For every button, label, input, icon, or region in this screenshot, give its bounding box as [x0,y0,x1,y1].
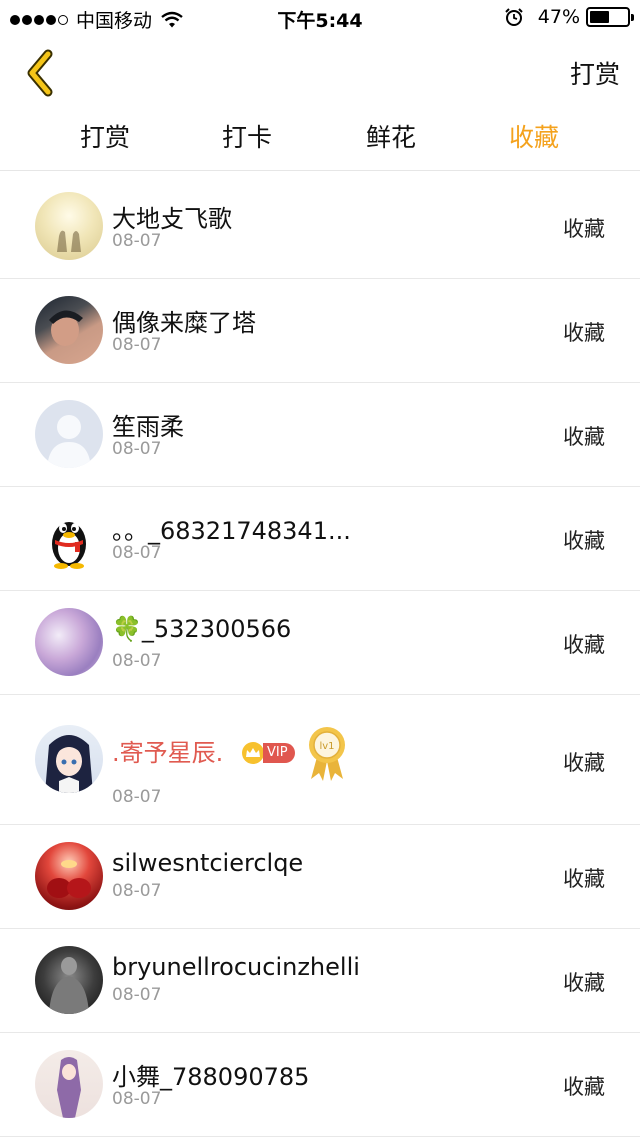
battery-icon [586,7,634,27]
date: 08-07 [112,439,162,459]
date: 08-07 [112,985,162,1005]
favorite-label: 收藏 [563,1075,605,1099]
avatar [35,192,103,260]
date: 08-07 [112,231,162,251]
battery-percent: 47% [537,6,580,28]
list-item[interactable]: silwesntcierclqe 08-07 收藏 [0,825,640,929]
avatar [35,296,103,364]
reward-button[interactable]: 打赏 [570,55,620,91]
favorite-label: 收藏 [563,633,605,657]
avatar [35,946,103,1014]
avatar [35,608,103,676]
date: 08-07 [112,543,162,563]
list-item[interactable]: .寄予星辰. VIP lv1 08-07 收藏 [0,695,640,825]
favorite-label: 收藏 [563,321,605,345]
user-name: silwesntcierclqe [112,849,304,877]
qq-penguin-icon [35,504,103,572]
vip-badge: VIP [240,742,295,764]
list-item[interactable]: 笙雨柔 08-07 收藏 [0,383,640,487]
tab-divider [0,170,640,171]
favorite-label: 收藏 [563,425,605,449]
user-badges: VIP lv1 [240,725,349,781]
level-label: lv1 [319,741,334,752]
status-bar: 中国移动 下午5:44 47% [0,0,640,36]
tab-favorites[interactable]: 收藏 [509,118,559,154]
user-name: bryunellrocucinzhelli [112,953,360,981]
list-item[interactable]: bryunellrocucinzhelli 08-07 收藏 [0,929,640,1033]
user-name: 。。_68321748341... [112,517,351,545]
user-name: .寄予星辰. [112,739,224,767]
list-item[interactable]: 。。_68321748341... 08-07 收藏 [0,487,640,591]
date: 08-07 [112,651,162,671]
favorites-list: 大地攴飞歌 08-07 收藏 偶像来糜了塔 08-07 收藏 笙雨柔 08-07… [0,175,640,1137]
back-button[interactable] [22,48,62,98]
alarm-icon [505,8,523,26]
favorite-label: 收藏 [563,867,605,891]
favorite-label: 收藏 [563,971,605,995]
date: 08-07 [112,1089,162,1109]
avatar [35,842,103,910]
level-medal-icon: lv1 [308,727,345,781]
vip-label: VIP [263,743,295,763]
list-item[interactable]: 大地攴飞歌 08-07 收藏 [0,175,640,279]
list-item[interactable]: 小舞_788090785 08-07 收藏 [0,1033,640,1137]
user-name: 偶像来糜了塔 [112,309,256,337]
date: 08-07 [112,335,162,355]
status-right: 47% [504,6,634,28]
tab-reward[interactable]: 打赏 [80,118,130,154]
avatar [35,725,103,793]
favorite-label: 收藏 [563,529,605,553]
avatar [35,1050,103,1118]
user-name: 🍀_532300566 [112,615,292,643]
user-name: 小舞_788090785 [112,1063,310,1091]
user-name: 大地攴飞歌 [112,205,232,233]
tab-flowers[interactable]: 鲜花 [366,118,416,154]
list-item[interactable]: 🍀_532300566 08-07 收藏 [0,591,640,695]
date: 08-07 [112,787,162,807]
list-item[interactable]: 偶像来糜了塔 08-07 收藏 [0,279,640,383]
favorite-label: 收藏 [563,217,605,241]
default-avatar-icon [35,400,103,468]
chevron-left-icon [27,49,53,97]
tab-bar: 打赏 打卡 鲜花 收藏 [0,118,640,170]
tab-checkin[interactable]: 打卡 [222,118,272,154]
user-name: 笙雨柔 [112,413,184,441]
date: 08-07 [112,881,162,901]
favorite-label: 收藏 [563,751,605,775]
